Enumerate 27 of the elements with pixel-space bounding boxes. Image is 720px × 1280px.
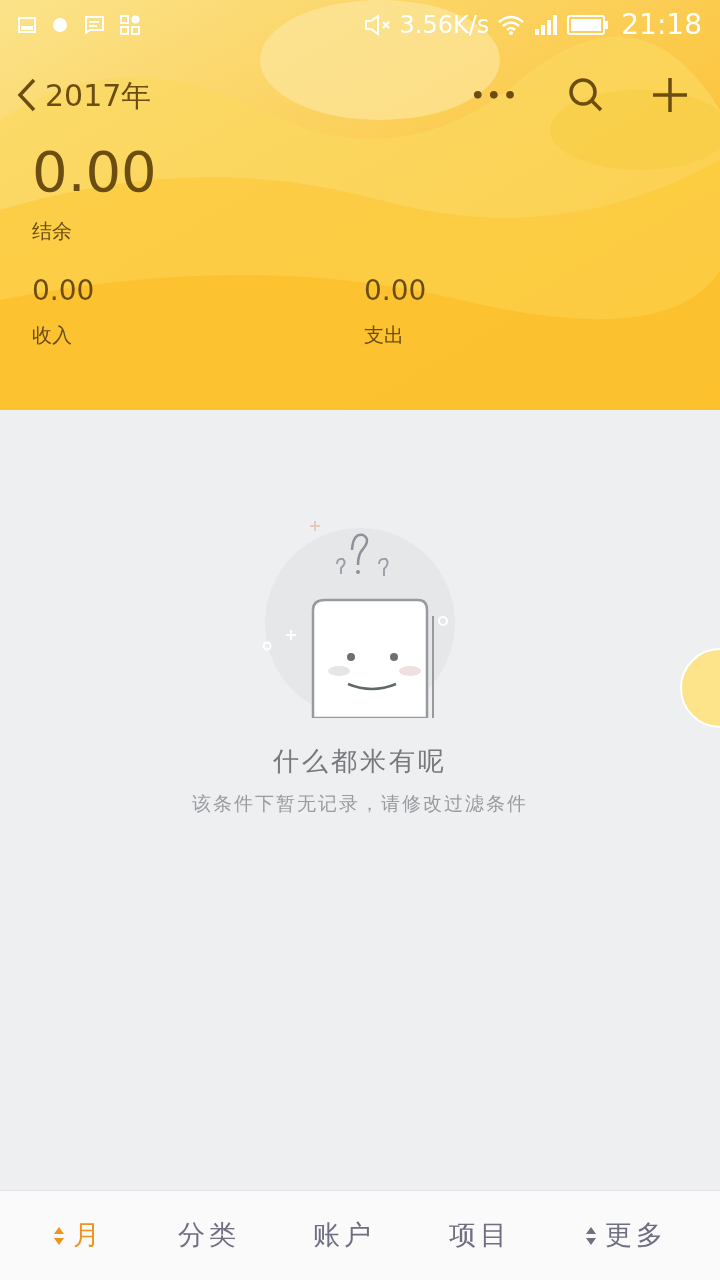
add-icon[interactable] [652,77,688,113]
more-button[interactable]: ••• [469,77,520,113]
message-icon [84,16,104,34]
wifi-icon [497,14,526,36]
total-amount: 0.00 [32,273,96,309]
total-label: 收入 [32,322,73,349]
tab[interactable]: 项目 [439,1209,522,1262]
dot-icon [52,17,68,33]
image-icon [18,17,36,33]
search-icon[interactable] [568,77,604,113]
tab[interactable]: 账户 [303,1209,386,1262]
total-label: 支出 [364,322,405,349]
network-speed: 3.56K/s [399,10,490,41]
back-icon [17,78,37,112]
tab[interactable]: 更多 [575,1209,678,1262]
battery-icon [567,15,610,35]
clock: 21:18 [621,7,702,43]
balance-label: 结余 [32,218,73,245]
total-amount: 0.00 [364,273,428,309]
balance-amount: 0.00 [32,144,158,200]
back-button[interactable]: 2017年 [16,71,153,119]
tab[interactable]: 分类 [167,1209,250,1262]
apps-icon [120,15,140,35]
empty-title: 什么都米有呢 [273,745,447,778]
signal-icon [533,14,560,36]
mute-icon [363,14,392,36]
empty-hint: 该条件下暂无记录，请修改过滤条件 [192,791,528,816]
